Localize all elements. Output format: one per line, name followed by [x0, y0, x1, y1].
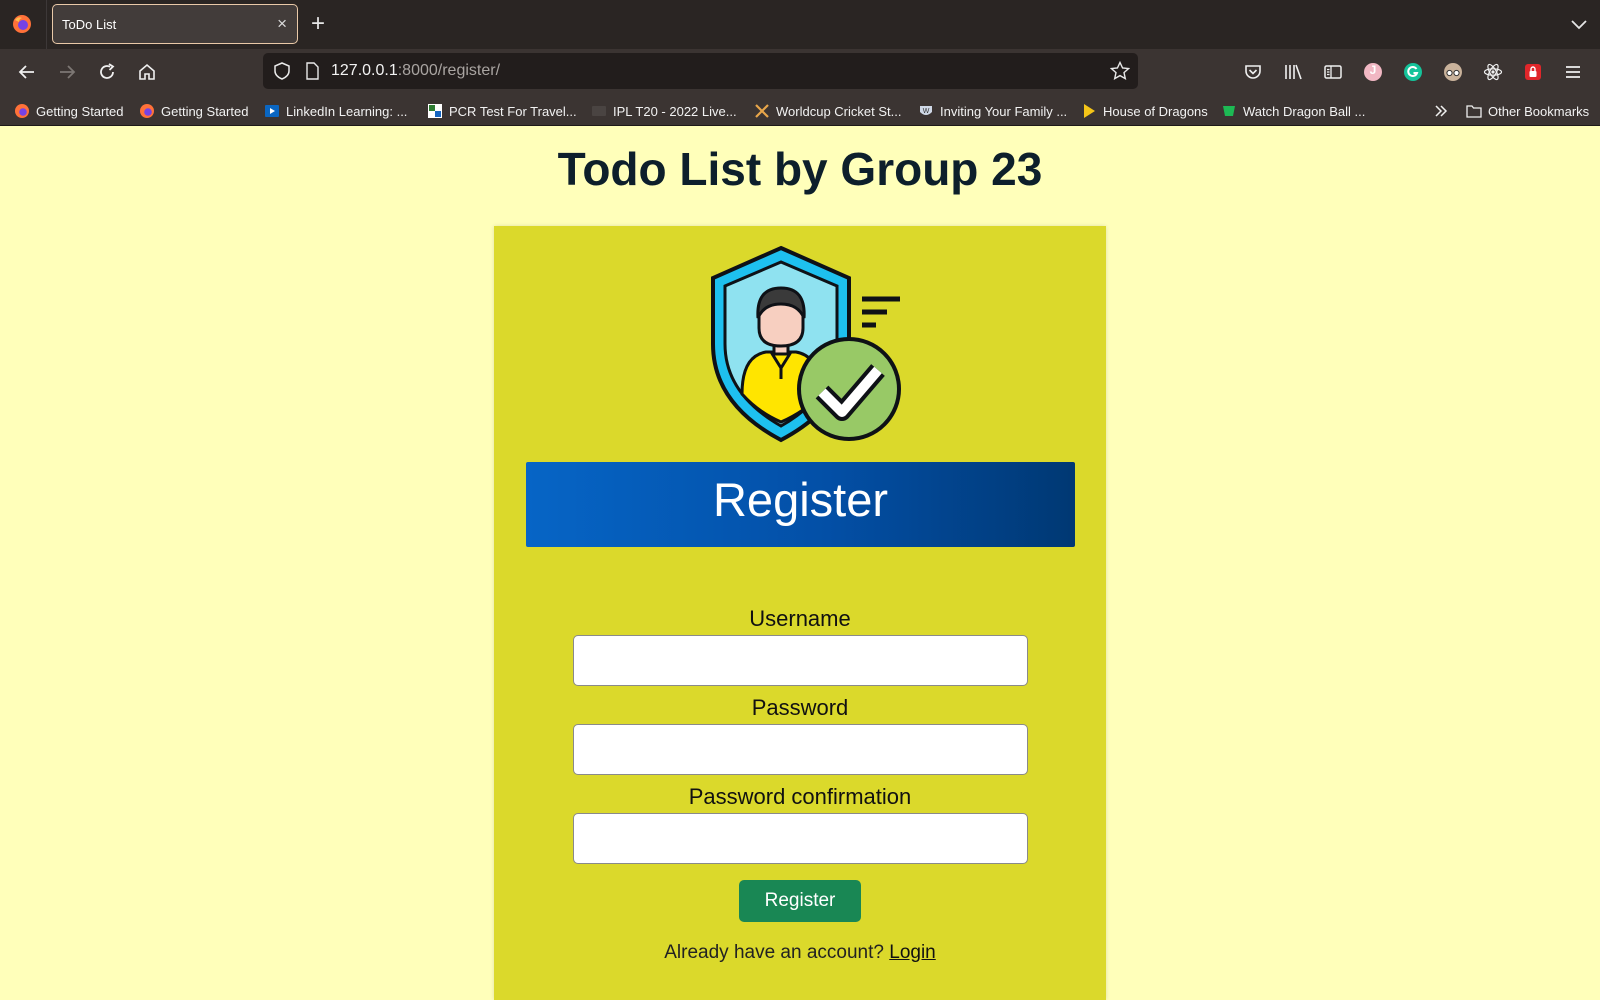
- reload-icon: [100, 63, 115, 79]
- bookmark-item[interactable]: PCR Test For Travel...: [427, 101, 577, 121]
- tab-separator: [46, 0, 47, 49]
- bookmark-item[interactable]: Getting Started: [14, 101, 123, 121]
- tab-title: ToDo List: [62, 17, 117, 32]
- firefox-icon[interactable]: [12, 14, 32, 34]
- play-icon: [1081, 103, 1097, 119]
- login-link[interactable]: Login: [889, 942, 936, 963]
- chevron-down-icon[interactable]: [1568, 13, 1590, 35]
- password-confirmation-label: Password confirmation: [688, 784, 912, 809]
- hamburger-menu-icon[interactable]: [1562, 61, 1584, 83]
- incognito-extension-icon[interactable]: [1442, 61, 1464, 83]
- bookmark-label: Inviting Your Family ...: [940, 103, 1068, 119]
- bookmark-label: Worldcup Cricket St...: [776, 103, 902, 119]
- tv-icon: [591, 103, 607, 119]
- other-bookmarks-folder[interactable]: Other Bookmarks: [1466, 101, 1589, 121]
- home-button[interactable]: [134, 59, 160, 85]
- cricket-icon: [754, 103, 770, 119]
- bookmark-label: LinkedIn Learning: ...: [286, 103, 408, 119]
- bookmark-label: Getting Started: [161, 103, 249, 119]
- new-tab-button[interactable]: +: [311, 10, 325, 38]
- bookmark-label: Getting Started: [36, 103, 124, 119]
- bookmark-label: House of Dragons: [1103, 103, 1208, 119]
- lock-extension-icon[interactable]: [1522, 61, 1544, 83]
- more-bookmarks-button[interactable]: [1433, 101, 1449, 121]
- bookmark-item[interactable]: House of Dragons: [1081, 101, 1208, 121]
- browser-tab-bar: ToDo List × +: [0, 0, 1600, 49]
- avatar-letter: J: [1369, 63, 1377, 77]
- linkedin-learning-icon: [264, 103, 280, 119]
- bookmark-item[interactable]: LinkedIn Learning: ...: [264, 101, 407, 121]
- bookmark-item[interactable]: Getting Started: [139, 101, 248, 121]
- reload-button[interactable]: [94, 59, 120, 85]
- bookmarks-toolbar: Getting Started Getting Started LinkedIn…: [0, 96, 1600, 126]
- svg-text:W: W: [923, 108, 930, 115]
- page-icon[interactable]: [303, 62, 321, 80]
- bookmark-item[interactable]: Worldcup Cricket St...: [754, 101, 901, 121]
- home-icon: [139, 63, 155, 80]
- back-button[interactable]: [14, 59, 40, 85]
- firefox-icon: [14, 103, 30, 119]
- url-host: 127.0.0.1: [331, 62, 398, 79]
- shield-icon[interactable]: [273, 62, 291, 80]
- bookmark-label: PCR Test For Travel...: [449, 103, 577, 119]
- register-banner: Register: [526, 462, 1075, 547]
- login-prompt-text: Already have an account?: [664, 942, 884, 963]
- bookmark-label: IPL T20 - 2022 Live...: [613, 103, 737, 119]
- password-confirmation-input[interactable]: [573, 813, 1028, 864]
- password-input[interactable]: [573, 724, 1028, 775]
- register-button[interactable]: Register: [739, 880, 861, 922]
- bookmark-label: Watch Dragon Ball ...: [1243, 103, 1366, 119]
- account-avatar-icon[interactable]: J: [1362, 61, 1384, 83]
- tab-todo-list[interactable]: ToDo List ×: [52, 4, 298, 44]
- wp-icon: W: [918, 103, 934, 119]
- url-path: :8000/register/: [397, 62, 501, 79]
- username-label: Username: [749, 606, 851, 631]
- bookmark-label: Other Bookmarks: [1488, 103, 1590, 119]
- username-input[interactable]: [573, 635, 1028, 686]
- forward-arrow-icon: [60, 65, 76, 79]
- library-icon[interactable]: [1282, 61, 1304, 83]
- browser-nav-bar: 127.0.0.1:8000/register/ J: [0, 49, 1600, 96]
- firefox-icon: [139, 103, 155, 119]
- forward-button[interactable]: [54, 59, 80, 85]
- verified-user-shield-icon: [711, 245, 901, 443]
- url-text[interactable]: 127.0.0.1:8000/register/: [331, 62, 500, 80]
- page-title: Todo List by Group 23: [557, 143, 1043, 195]
- pocket-icon[interactable]: [1242, 61, 1264, 83]
- banner-title: Register: [712, 473, 888, 526]
- bookmark-item[interactable]: Watch Dragon Ball ...: [1221, 101, 1365, 121]
- login-prompt-line: Already have an account? Login: [494, 942, 1106, 964]
- sidebar-icon[interactable]: [1322, 61, 1344, 83]
- bookmark-item[interactable]: IPL T20 - 2022 Live...: [591, 101, 737, 121]
- back-arrow-icon: [18, 65, 34, 79]
- register-card: Register Username Password Password conf…: [494, 226, 1106, 1000]
- bookmark-item[interactable]: W Inviting Your Family ...: [918, 101, 1067, 121]
- url-bar[interactable]: 127.0.0.1:8000/register/: [263, 53, 1138, 89]
- pcr-icon: [427, 103, 443, 119]
- bookmark-star-icon[interactable]: [1110, 61, 1130, 81]
- close-tab-icon[interactable]: ×: [277, 14, 287, 34]
- grammarly-icon[interactable]: [1402, 61, 1424, 83]
- folder-icon: [1466, 103, 1482, 119]
- react-devtools-icon[interactable]: [1482, 61, 1504, 83]
- double-chevron-right-icon: [1435, 105, 1448, 117]
- password-label: Password: [751, 695, 849, 720]
- tv-green-icon: [1221, 103, 1237, 119]
